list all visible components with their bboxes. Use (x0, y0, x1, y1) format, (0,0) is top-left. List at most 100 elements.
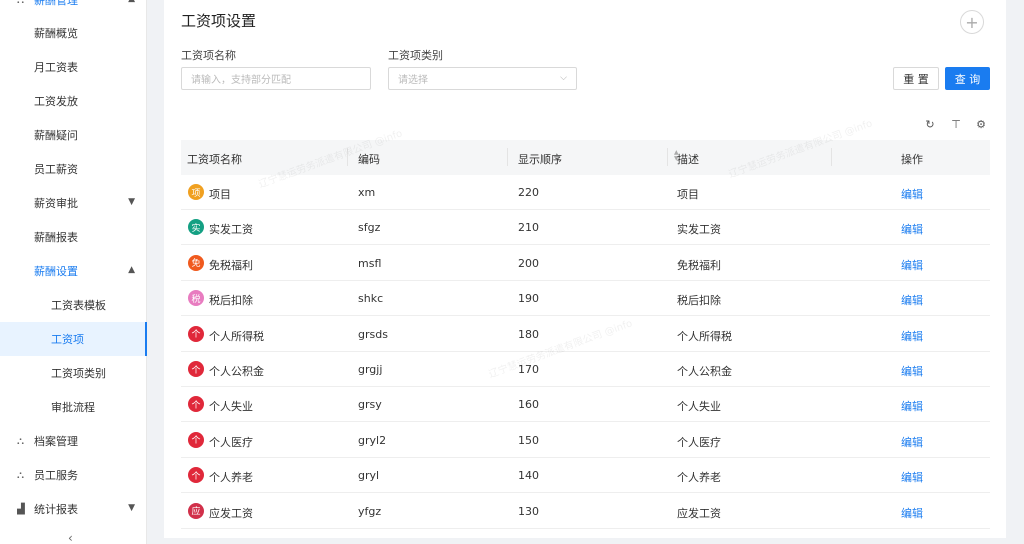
cell-order: 220 (518, 186, 539, 199)
sidebar-item-statistics[interactable]: ▟ 统计报表 ▼ (0, 492, 147, 526)
sidebar-item-payment[interactable]: 工资发放 (0, 84, 147, 118)
table-row: 项项目 xm 220 项目 编辑 (181, 175, 990, 210)
column-divider (831, 148, 832, 166)
item-badge-icon: 应 (188, 502, 204, 519)
table-row: 个个人失业 grsy 160 个人失业 编辑 (181, 387, 990, 423)
collapse-sidebar-icon[interactable]: ‹ (68, 531, 73, 544)
cell-desc: 个人公积金 (677, 365, 732, 378)
item-badge-icon: 项 (188, 184, 204, 200)
edit-link[interactable]: 编辑 (901, 328, 923, 344)
cell-code: grsds (358, 327, 388, 341)
item-badge-icon: 税 (188, 290, 204, 307)
plus-icon: + (965, 12, 979, 32)
sidebar-item-salary-management[interactable]: ⛬ 薪酬管理 ▲ (0, 0, 147, 17)
sidebar: ⛬ 薪酬管理 ▲ 薪酬概览 月工资表 工资发放 薪酬疑问 员工薪资 薪资审批 ▼… (0, 0, 147, 544)
cell-name: 应发工资 (209, 506, 253, 520)
table-row: 免免税福利 msfl 200 免税福利 编辑 (181, 246, 990, 281)
edit-link[interactable]: 编辑 (901, 363, 923, 379)
chevron-down-icon: ⌵ (560, 73, 567, 83)
edit-link[interactable]: 编辑 (901, 469, 923, 485)
cell-order: 160 (518, 398, 539, 412)
table-row: 个个人公积金 grgjj 170 个人公积金 编辑 (181, 352, 990, 387)
sidebar-item-salary-approval[interactable]: 薪资审批 ▼ (0, 186, 147, 220)
cell-desc: 免税福利 (677, 258, 721, 272)
name-filter-label: 工资项名称 (181, 49, 236, 62)
edit-link[interactable]: 编辑 (901, 292, 923, 308)
reset-button[interactable]: 重 置 (893, 67, 939, 90)
cell-desc: 税后扣除 (677, 294, 721, 308)
sidebar-item-settings[interactable]: 薪酬设置 ▲ (0, 254, 147, 288)
table-row: 税税后扣除 shkc 190 税后扣除 编辑 (181, 281, 990, 317)
cell-order: 150 (518, 433, 539, 447)
edit-link[interactable]: 编辑 (901, 257, 923, 273)
edit-link[interactable]: 编辑 (901, 186, 923, 202)
sidebar-item-employee-service[interactable]: ⛬ 员工服务 (0, 458, 147, 492)
column-header-actions: 操作 (901, 153, 923, 166)
sidebar-item-archives[interactable]: ⛬ 档案管理 (0, 424, 147, 458)
cell-order: 130 (518, 504, 539, 518)
type-filter-label: 工资项类别 (388, 49, 443, 62)
name-filter-input[interactable]: 请输入，支持部分匹配 (181, 67, 371, 90)
chevron-down-icon: ▼ (128, 503, 135, 513)
sidebar-item-employee-salary[interactable]: 员工薪资 (0, 152, 147, 186)
column-divider (667, 148, 668, 166)
cell-name: 个人医疗 (209, 435, 253, 449)
cell-code: gryl2 (358, 433, 387, 447)
cell-code: grsy (358, 398, 382, 412)
cell-desc: 个人所得税 (677, 329, 732, 343)
sidebar-item-monthly-payroll[interactable]: 月工资表 (0, 50, 147, 84)
cell-name: 项目 (209, 188, 231, 201)
edit-link[interactable]: 编辑 (901, 398, 923, 414)
cell-order: 140 (518, 469, 539, 483)
cell-order: 190 (518, 292, 539, 306)
people-icon: ⛬ (17, 0, 24, 6)
cell-order: 210 (518, 221, 539, 235)
cell-desc: 应发工资 (677, 506, 721, 520)
main-card: 工资项设置 + 工资项名称 请输入，支持部分匹配 工资项类别 请选择 ⌵ 重 置… (164, 0, 1006, 538)
column-divider (507, 148, 508, 166)
cell-code: xm (358, 186, 376, 199)
sidebar-item-salary-items[interactable]: 工资项 (0, 322, 147, 356)
item-badge-icon: 个 (188, 396, 204, 413)
item-badge-icon: 个 (188, 361, 204, 377)
item-badge-icon: 个 (188, 467, 204, 484)
cell-desc: 项目 (677, 188, 699, 201)
sidebar-item-item-categories[interactable]: 工资项类别 (0, 356, 147, 390)
column-header-desc: 描述 (677, 153, 699, 166)
cell-code: msfl (358, 256, 382, 270)
cell-desc: 个人医疗 (677, 435, 721, 449)
sidebar-item-reports[interactable]: 薪酬报表 (0, 220, 147, 254)
cell-desc: 实发工资 (677, 223, 721, 237)
cell-desc: 个人失业 (677, 400, 721, 414)
item-badge-icon: 个 (188, 325, 204, 342)
bar-chart-icon: ▟ (17, 503, 25, 515)
cell-name: 个人养老 (209, 471, 253, 485)
cell-name: 个人失业 (209, 400, 253, 414)
cell-code: grgjj (358, 363, 383, 376)
column-height-icon[interactable]: ⊤ (949, 117, 963, 131)
table-row: 个个人医疗 gryl2 150 个人医疗 编辑 (181, 423, 990, 458)
sidebar-item-overview[interactable]: 薪酬概览 (0, 16, 147, 50)
cell-code: shkc (358, 292, 384, 306)
sidebar-item-template[interactable]: 工资表模板 (0, 288, 147, 322)
cell-code: gryl (358, 469, 380, 483)
edit-link[interactable]: 编辑 (901, 221, 923, 237)
cell-order: 200 (518, 256, 539, 270)
cell-name: 税后扣除 (209, 294, 253, 308)
sidebar-item-questions[interactable]: 薪酬疑问 (0, 118, 147, 152)
sidebar-item-approval-flow[interactable]: 审批流程 (0, 390, 147, 424)
query-button[interactable]: 查 询 (945, 67, 990, 90)
type-filter-select[interactable]: 请选择 ⌵ (388, 67, 577, 90)
add-button[interactable]: + (960, 10, 984, 34)
cell-name: 个人所得税 (209, 329, 264, 343)
edit-link[interactable]: 编辑 (901, 505, 923, 521)
table-row: 实实发工资 sfgz 210 实发工资 编辑 (181, 210, 990, 246)
column-header-order[interactable]: 显示顺序 (518, 151, 562, 167)
people-icon: ⛬ (17, 469, 24, 481)
cell-code: yfgz (358, 504, 382, 518)
refresh-icon[interactable]: ↻ (923, 117, 937, 131)
chevron-up-icon: ▲ (128, 0, 135, 4)
edit-link[interactable]: 编辑 (901, 434, 923, 450)
item-badge-icon: 个 (188, 431, 204, 448)
gear-icon[interactable]: ⚙ (974, 117, 988, 131)
